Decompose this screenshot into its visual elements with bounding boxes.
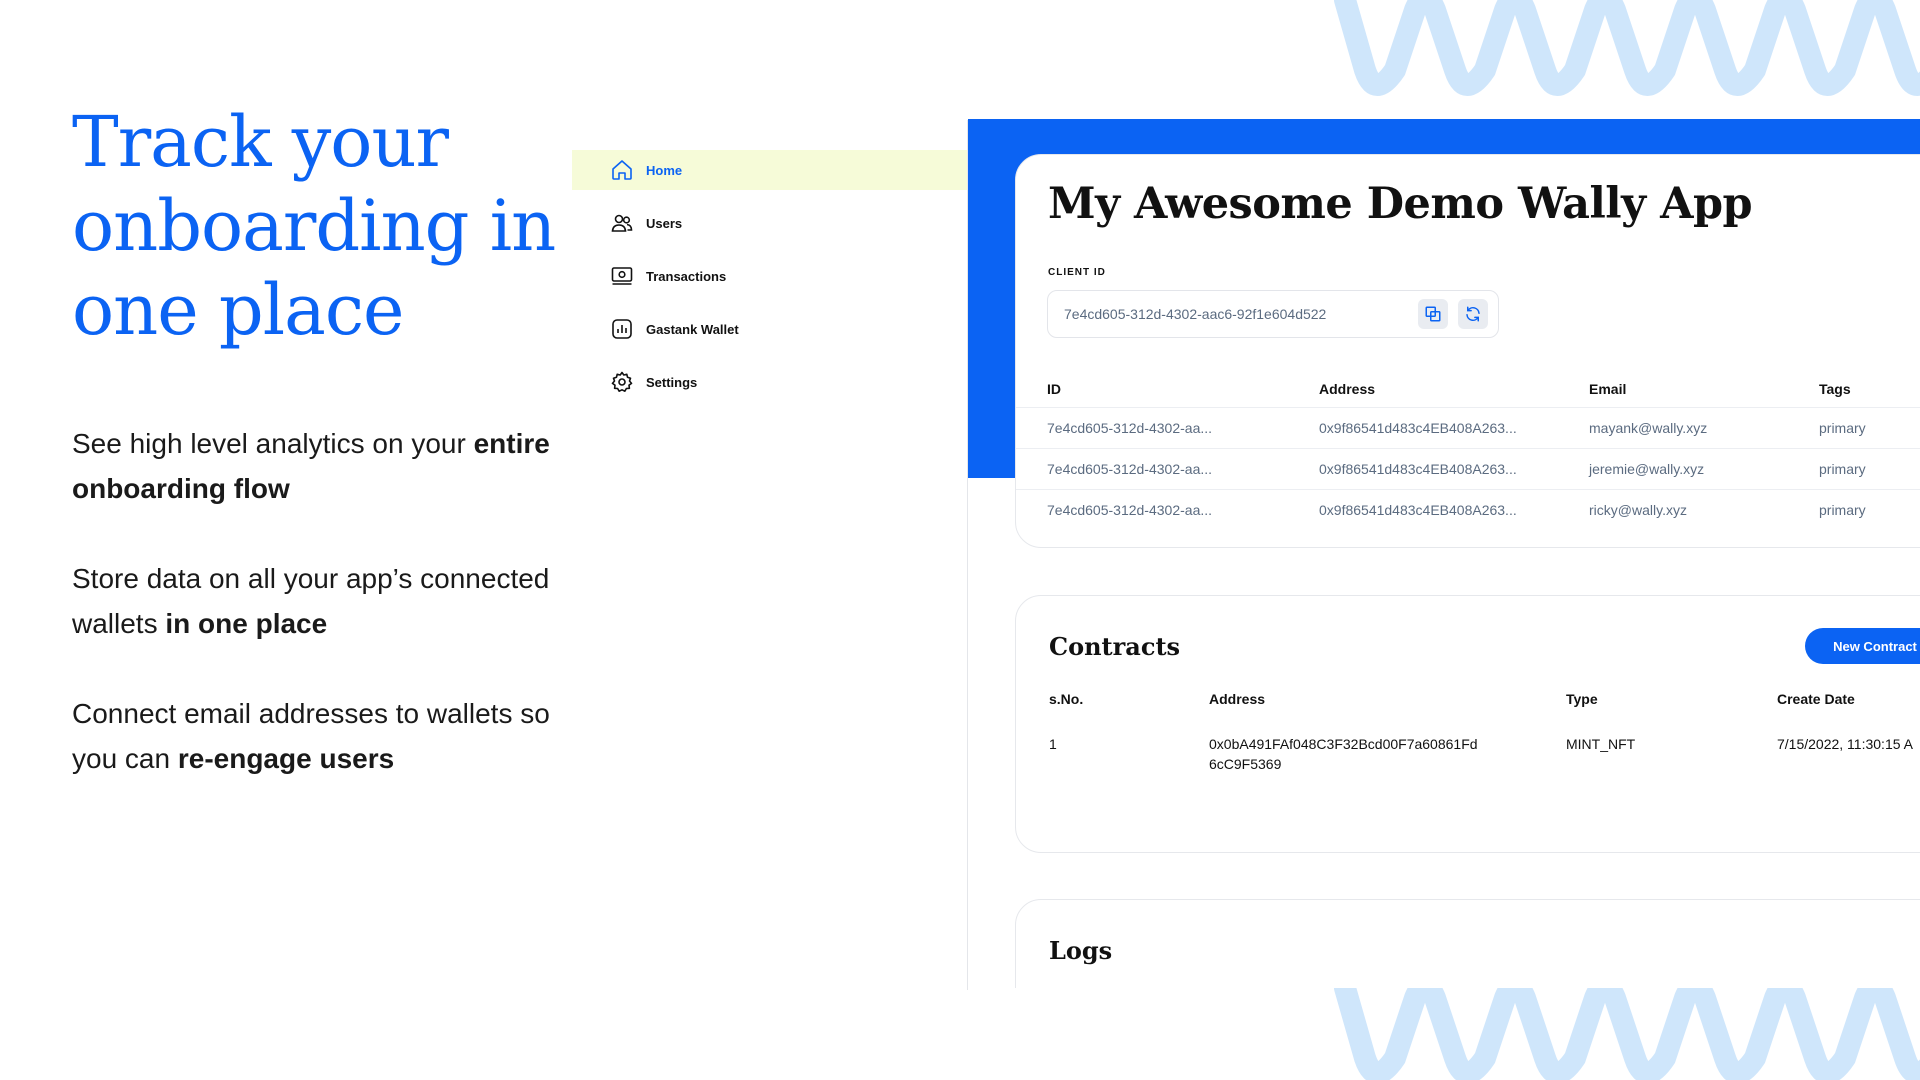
tag-cell: primary — [1819, 420, 1866, 436]
sidebar-item-transactions[interactable]: Transactions — [572, 256, 968, 296]
sidebar-nav: Home Users Transactions Gastank Wallet S… — [572, 150, 968, 415]
address-cell: 0x9f86541d483c4EB408A263... — [1319, 461, 1517, 477]
email-cell: mayank@wally.xyz — [1589, 420, 1708, 436]
feature-analytics: See high level analytics on your entire … — [72, 421, 572, 511]
column-header: Create Date — [1777, 691, 1855, 707]
address-cell: 0x9f86541d483c4EB408A263... — [1319, 502, 1517, 518]
contract-address-cell[interactable]: 0x0bA491FAf048C3F32Bcd00F7a60861Fd6cC9F5… — [1209, 734, 1479, 774]
home-icon — [610, 158, 634, 182]
contract-date-cell: 7/15/2022, 11:30:15 A — [1777, 736, 1913, 752]
sidebar-item-label: Home — [646, 162, 683, 178]
column-header: Type — [1566, 691, 1598, 707]
sidebar-item-label: Gastank Wallet — [646, 321, 739, 337]
user-id-cell: 7e4cd605-312d-4302-aa... — [1047, 461, 1213, 477]
feature-highlight: re-engage users — [177, 743, 395, 774]
sidebar-item-gastank-wallet[interactable]: Gastank Wallet — [572, 309, 968, 349]
feature-connect-email: Connect email addresses to wallets so yo… — [72, 691, 572, 781]
address-cell: 0x9f86541d483c4EB408A263... — [1319, 420, 1517, 436]
user-id-cell: 7e4cd605-312d-4302-aa... — [1047, 502, 1213, 518]
users-icon — [610, 211, 634, 235]
hero-title: Track your onboarding in one place — [72, 101, 556, 351]
email-cell: jeremie@wally.xyz — [1589, 461, 1705, 477]
new-contract-button[interactable]: New Contract — [1805, 628, 1920, 664]
client-id-field: 7e4cd605-312d-4302-aac6-92f1e604d522 — [1047, 290, 1499, 338]
copy-button[interactable] — [1418, 299, 1448, 329]
decorative-wave-top — [1334, 0, 1920, 96]
tag-cell: primary — [1819, 461, 1866, 477]
wallet-chart-icon — [610, 317, 634, 341]
table-row[interactable]: 7e4cd605-312d-4302-aa... 0x9f86541d483c4… — [1016, 449, 1920, 490]
sidebar-item-label: Transactions — [646, 268, 727, 284]
feature-text: See high level analytics on your — [72, 428, 474, 459]
users-table: ID Address Email Tags 7e4cd605-312d-4302… — [1016, 370, 1920, 531]
contracts-title: Contracts — [1049, 632, 1181, 661]
table-header-row: ID Address Email Tags — [1016, 370, 1920, 408]
feature-store-data: Store data on all your app’s connected w… — [72, 556, 572, 646]
sidebar-item-label: Settings — [646, 374, 698, 390]
decorative-wave-bottom — [1334, 988, 1920, 1080]
transactions-icon — [610, 264, 634, 288]
user-id-cell: 7e4cd605-312d-4302-aa... — [1047, 420, 1213, 436]
contracts-card: Contracts New Contract s.No. Address Typ… — [1015, 595, 1920, 853]
client-id-label: CLIENT ID — [1048, 267, 1106, 278]
column-header: Tags — [1819, 381, 1851, 397]
column-header: ID — [1047, 381, 1061, 397]
regenerate-button[interactable] — [1458, 299, 1488, 329]
contract-sno-cell: 1 — [1049, 736, 1057, 752]
email-cell: ricky@wally.xyz — [1589, 502, 1687, 518]
logs-title: Logs — [1049, 936, 1113, 965]
sidebar-item-users[interactable]: Users — [572, 203, 968, 243]
feature-highlight: in one place — [165, 608, 328, 639]
contract-type-cell: MINT_NFT — [1566, 736, 1636, 752]
sidebar-item-settings[interactable]: Settings — [572, 362, 968, 402]
copy-icon — [1425, 306, 1441, 322]
column-header: Address — [1319, 381, 1376, 397]
table-row[interactable]: 7e4cd605-312d-4302-aa... 0x9f86541d483c4… — [1016, 408, 1920, 449]
tag-cell: primary — [1819, 502, 1866, 518]
app-overview-card: My Awesome Demo Wally App CLIENT ID 7e4c… — [1015, 154, 1920, 548]
column-header: Address — [1209, 691, 1266, 707]
client-id-value[interactable]: 7e4cd605-312d-4302-aac6-92f1e604d522 — [1064, 306, 1418, 322]
column-header: Email — [1589, 381, 1627, 397]
column-header: s.No. — [1049, 691, 1084, 707]
gear-icon — [610, 370, 634, 394]
refresh-icon — [1466, 306, 1480, 322]
sidebar-item-label: Users — [646, 215, 683, 231]
table-row[interactable]: 7e4cd605-312d-4302-aa... 0x9f86541d483c4… — [1016, 490, 1920, 531]
sidebar-item-home[interactable]: Home — [572, 150, 968, 190]
app-title: My Awesome Demo Wally App — [1048, 179, 1753, 229]
